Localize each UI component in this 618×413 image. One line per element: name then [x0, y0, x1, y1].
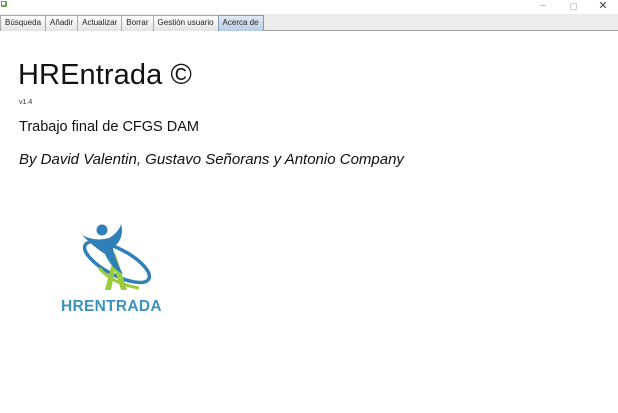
maximize-button[interactable]	[558, 0, 588, 12]
project-subtitle: Trabajo final de CFGS DAM	[19, 119, 199, 135]
close-icon: ✕	[598, 0, 608, 12]
tab-acerca-de[interactable]: Acerca de	[217, 15, 264, 31]
tab-anadir[interactable]: Añadir	[45, 15, 79, 31]
minimize-button[interactable]: –	[528, 0, 558, 12]
hrentrada-logo: HRENTRADA	[55, 218, 185, 318]
tab-list: Búsqueda Añadir Actualizar Borrar Gestió…	[0, 15, 264, 31]
tab-gestion-usuario[interactable]: Gestión usuario	[152, 15, 219, 31]
tab-actualizar[interactable]: Actualizar	[77, 15, 123, 31]
close-button[interactable]: ✕	[588, 0, 618, 12]
logo-wordmark: HRENTRADA	[61, 298, 162, 315]
about-panel: HREntrada © v1.4 Trabajo final de CFGS D…	[0, 33, 618, 413]
window-titlebar: – ✕	[0, 0, 618, 14]
tab-bar: Búsqueda Añadir Actualizar Borrar Gestió…	[0, 14, 618, 31]
minimize-icon: –	[540, 0, 546, 11]
tab-busqueda[interactable]: Búsqueda	[0, 15, 47, 31]
logo-figure-icon	[82, 224, 152, 290]
authors-credit: By David Valentin, Gustavo Señorans y An…	[19, 151, 404, 168]
version-label: v1.4	[19, 99, 33, 106]
app-icon	[1, 1, 7, 7]
maximize-icon	[569, 2, 577, 10]
window-controls: – ✕	[528, 0, 618, 12]
app-title: HREntrada ©	[18, 59, 192, 91]
tab-borrar[interactable]: Borrar	[121, 15, 154, 31]
